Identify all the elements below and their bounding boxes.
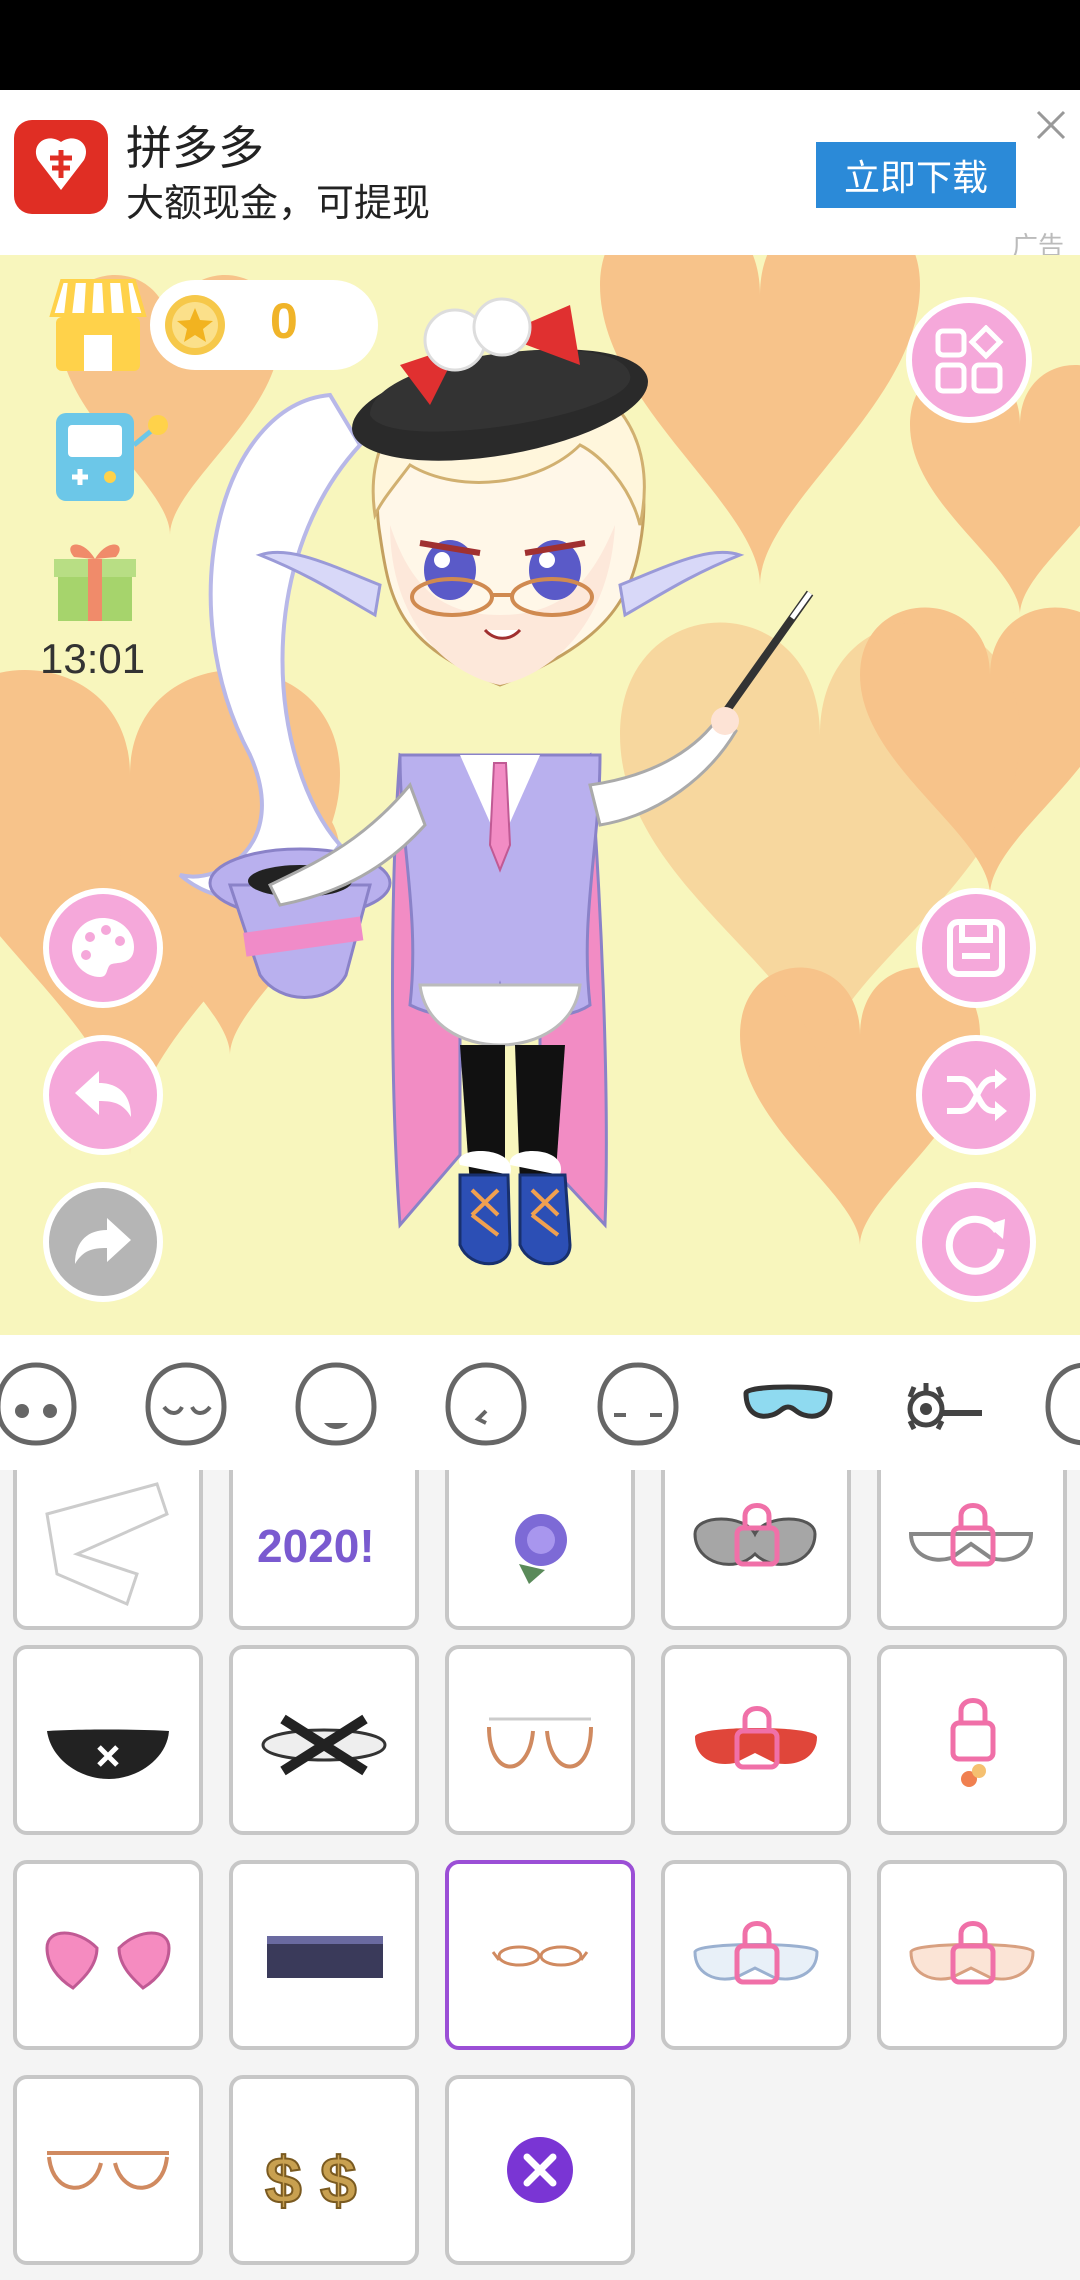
random-button[interactable]	[916, 1035, 1036, 1155]
dollar-label: $ $	[265, 2143, 357, 2217]
accessory-item-heart-glasses-locked[interactable]	[661, 1470, 851, 1630]
ad-app-name: 拼多多	[126, 121, 264, 175]
undo-button[interactable]	[43, 1035, 163, 1155]
rimless-glasses-icon	[908, 1503, 1034, 1567]
bandage-icon	[45, 1482, 169, 1607]
eye-mask-icon	[261, 1714, 387, 1776]
dark-visor-icon	[267, 1936, 383, 1978]
palette-icon	[72, 918, 134, 977]
face-mouth-icon[interactable]	[290, 1357, 382, 1449]
accessory-item-small-glasses-selected[interactable]	[445, 1860, 635, 2050]
menu-grid-button[interactable]	[906, 297, 1032, 423]
rose-icon	[515, 1514, 567, 1584]
remove-icon	[507, 2137, 573, 2203]
accessory-item-eye-mask[interactable]	[229, 1645, 419, 1835]
accessory-item-red-glasses-locked[interactable]	[661, 1645, 851, 1835]
black-mask-icon	[47, 1729, 169, 1779]
face-blush-icon[interactable]	[592, 1357, 684, 1449]
undo-arrow-icon	[75, 1071, 131, 1117]
game-machine-icon[interactable]	[52, 405, 172, 505]
lock-icon	[950, 1720, 996, 1762]
accessory-item-aviator-glasses[interactable]	[13, 2075, 203, 2265]
accessory-item-flower-earring-locked[interactable]	[877, 1645, 1067, 1835]
2020-label: 2020!	[257, 1520, 375, 1572]
accessory-item-rose[interactable]	[445, 1470, 635, 1630]
dressup-stage: 0 13:01	[0, 255, 1080, 1335]
face-closed-eyes-icon[interactable]	[140, 1357, 232, 1449]
face-icon[interactable]	[1040, 1357, 1080, 1449]
heart-glasses-icon	[693, 1503, 817, 1567]
accessory-item-2020[interactable]: 2020!	[229, 1470, 419, 1630]
pink-heart-glasses-icon	[45, 1931, 171, 1990]
shuffle-icon	[947, 1069, 1007, 1121]
blue-glasses-icon	[693, 1921, 819, 1985]
peach-glasses-icon	[909, 1921, 1035, 1985]
pinduoduo-logo-icon[interactable]	[14, 120, 108, 214]
gift-icon[interactable]	[52, 533, 138, 623]
ad-slogan: 大额现金，可提现	[126, 181, 431, 225]
refresh-icon	[945, 1215, 1005, 1275]
face-eyes-icon[interactable]	[0, 1357, 82, 1449]
accessory-item-dark-visor[interactable]	[229, 1860, 419, 2050]
accessory-item-black-mask[interactable]	[13, 1645, 203, 1835]
shop-icon[interactable]	[48, 275, 148, 375]
aviator-glasses-icon	[47, 2151, 169, 2190]
close-icon[interactable]	[1034, 108, 1068, 142]
ad-banner[interactable]: 拼多多 大额现金，可提现 立即下载 广告	[0, 90, 1080, 262]
accessory-item-dollar-glasses[interactable]: $ $	[229, 2075, 419, 2265]
2020-glasses-icon: 2020!	[257, 1520, 375, 1572]
reset-button[interactable]	[916, 1182, 1036, 1302]
face-ear-icon[interactable]	[440, 1357, 532, 1449]
flower-earring-icon	[950, 1698, 996, 1787]
status-bar	[0, 0, 1080, 90]
dollar-glasses-icon: $ $	[264, 2142, 358, 2218]
goggles-icon[interactable]	[742, 1357, 834, 1449]
red-glasses-icon	[695, 1706, 817, 1770]
accessory-item-peach-glasses-locked[interactable]	[877, 1860, 1067, 2050]
ad-download-button[interactable]: 立即下载	[816, 142, 1016, 208]
accessory-item-bandage[interactable]	[13, 1470, 203, 1630]
accessory-item-pink-heart-glasses[interactable]	[13, 1860, 203, 2050]
redo-arrow-icon	[75, 1218, 131, 1264]
hair-clip-icon[interactable]	[892, 1357, 984, 1449]
save-button[interactable]	[916, 888, 1036, 1008]
category-bar	[0, 1335, 1080, 1470]
round-glasses-icon	[487, 1717, 593, 1769]
grid-icon	[935, 325, 1004, 394]
accessory-item-rimless-glasses-locked[interactable]	[877, 1470, 1067, 1630]
character-avatar	[160, 285, 840, 1305]
save-icon	[947, 919, 1005, 977]
accessory-grid: 2020! $ $	[0, 1470, 1080, 2280]
redo-button[interactable]	[43, 1182, 163, 1302]
accessory-item-blue-glasses-locked[interactable]	[661, 1860, 851, 2050]
palette-button[interactable]	[43, 888, 163, 1008]
small-glasses-icon	[491, 1945, 589, 1967]
accessory-item-remove[interactable]	[445, 2075, 635, 2265]
accessory-item-round-glasses[interactable]	[445, 1645, 635, 1835]
gift-timer: 13:01	[40, 635, 146, 682]
